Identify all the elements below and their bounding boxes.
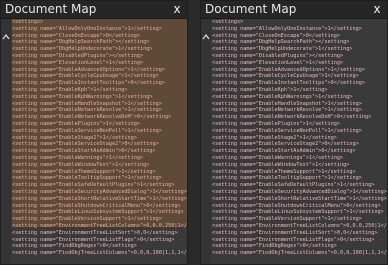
code-line: <setting name="EnableWarnings">1</settin… <box>212 154 344 161</box>
code-line: <setting name="EnableInstantTooltips">0<… <box>212 80 366 87</box>
panel-title: Document Map <box>205 2 297 16</box>
panel-separator <box>188 0 200 265</box>
code-line: <settings> <box>212 19 244 25</box>
code-line: <setting name="EnableTooltipSupport">1</… <box>212 175 362 182</box>
code-line: <setting name="EnableKphWarnings">1</set… <box>212 93 353 100</box>
close-icon[interactable]: x <box>370 2 384 16</box>
close-icon[interactable]: x <box>170 2 184 16</box>
code-line: <setting name="EnableSafeDefaultPlugins"… <box>212 182 375 189</box>
code-line: <setting name="EnableVersionSupport">1</… <box>212 216 362 223</box>
code-line: <setting name="EnvironmentTreeListFlags"… <box>212 236 375 243</box>
code-line: <setting name="EnableAdvancedOptions">1<… <box>212 66 366 73</box>
code-line: <setting name="EnableWindowText">1</sett… <box>212 161 350 168</box>
code-line: <setting name="EnableKph">1</setting> <box>212 86 328 93</box>
code-line: <setting name="ElevationLevel">1</settin… <box>212 59 344 66</box>
code-line: <setting name="FindObjTreeListColumns">0… <box>212 250 387 257</box>
code-line: <setting name="EnablePlugins">1</setting… <box>212 120 341 127</box>
panel-titlebar: Document Map x <box>201 1 387 19</box>
panel-title: Document Map <box>5 2 97 16</box>
document-map-panel-left: Document Map x <settings> <setting name="… <box>0 0 188 265</box>
document-map-panel-right: Document Map x <settings> <setting name="… <box>200 0 388 265</box>
vertical-scrollbar[interactable] <box>201 19 211 264</box>
vertical-scrollbar[interactable] <box>1 19 11 264</box>
chevron-up-icon[interactable] <box>202 33 210 41</box>
code-line: <setting name="EnableStage2">1</setting> <box>212 134 337 141</box>
code-line: <setting name="EnvironmentTreeListColumn… <box>212 222 387 229</box>
code-line: <setting name="EnableServiceStage2">0</s… <box>212 141 359 148</box>
line-list: <settings> <setting name="AllowOnlyOneIns… <box>212 19 387 257</box>
chevron-up-icon[interactable] <box>2 33 10 41</box>
code-line: <setting name="EnableShutdownCriticalMen… <box>212 202 381 209</box>
code-line: <setting name="DbgHelpUndecorate">1</set… <box>212 46 353 53</box>
code-line: <setting name="EnableShortRelativeStartT… <box>212 195 387 202</box>
code-line: <setting name="EnableThemeSupport">1</se… <box>212 168 356 175</box>
document-map-content[interactable]: <settings> <setting name="AllowOnlyOneIns… <box>12 19 187 264</box>
code-line: <setting name="CloseOnEscape">0</setting… <box>212 32 341 39</box>
code-line: <setting name="EnableStartAsAdmin">0</se… <box>212 148 356 155</box>
code-line: <setting name="AllowOnlyOneInstance">1</… <box>212 25 362 32</box>
code-line: <setting name="EnvironmentTreeListSort">… <box>212 229 378 236</box>
document-map-comparison: Document Map x <settings> <setting name="… <box>0 0 388 265</box>
code-line: <setting name="EnableLinuxSubsystemSuppo… <box>212 209 384 216</box>
code-line: <setting name="EnableHandleSnapshot">1</… <box>212 100 362 107</box>
visible-area-highlight[interactable] <box>12 19 187 227</box>
code-line: <setting name="EnableCycleCpuUsage">1</s… <box>212 73 359 80</box>
code-line: <setting name="DbgHelpSearchPath"></sett… <box>212 39 350 46</box>
code-line: <setting name="EnvironmentTreeListFlags"… <box>12 236 175 243</box>
panel-titlebar: Document Map x <box>1 1 187 19</box>
code-line: <setting name="FindDbgRegex">0</setting> <box>212 243 337 250</box>
code-line: <setting name="EnableServiceNonPoll">1</… <box>212 127 362 134</box>
code-line: <setting name="FindDbgRegex">0</setting> <box>12 243 137 250</box>
document-map-content[interactable]: <settings> <setting name="AllowOnlyOneIns… <box>212 19 387 264</box>
code-line: <setting name="DisabledPlugins"></settin… <box>212 52 344 59</box>
code-line: <setting name="EnvironmentTreeListSort">… <box>12 229 178 236</box>
code-line: <setting name="EnableNetworkResolve">1</… <box>212 107 362 114</box>
code-line: <setting name="EnableNetworkResolveDoH">… <box>212 114 372 121</box>
code-line: <setting name="FindObjTreeListColumns">0… <box>12 250 187 257</box>
code-line: <setting name="EnableSecurityAdvancedDia… <box>212 188 387 195</box>
